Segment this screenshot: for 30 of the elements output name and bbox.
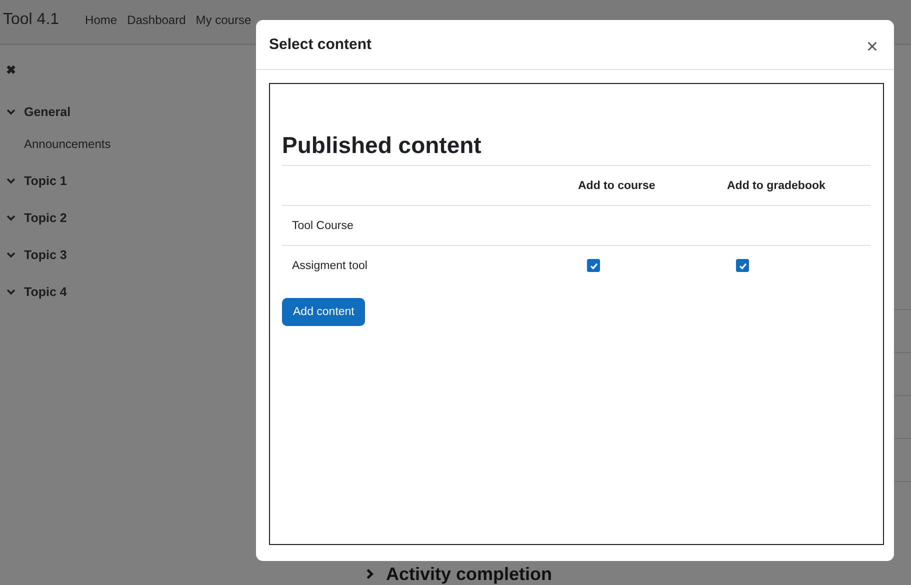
site-brand[interactable]: Tool 4.1 [3,11,60,29]
chevron-icon[interactable] [6,287,16,297]
page-heading: Published content [282,132,871,166]
chevron-icon[interactable] [6,213,16,223]
nav-link[interactable]: My course [196,13,252,27]
column-header: Add to course [578,180,656,192]
section-link[interactable]: Topic 1 [24,174,67,188]
section-link[interactable]: Topic 3 [24,248,67,262]
chevron-icon[interactable] [6,107,16,117]
nav-link[interactable]: Home [85,13,118,27]
column-header: Add to gradebook [727,180,826,192]
chevron-icon[interactable] [6,176,16,186]
checkbox[interactable] [587,259,600,272]
table-cell: Tool Course [292,220,354,232]
modal-title: Select content [269,36,372,53]
section-heading: Activity completion [386,564,552,584]
add-content-button[interactable]: Add content [282,298,366,326]
nav-link[interactable]: Dashboard [127,13,186,27]
section-link[interactable]: General [24,105,71,119]
chevron-icon[interactable] [6,250,16,260]
table-cell: Assigment tool [292,260,368,272]
activity-link[interactable]: Announcements [24,137,111,151]
check-icon [588,260,598,270]
chevron-icon[interactable] [364,568,376,580]
close-button[interactable]: × [864,36,880,56]
check-icon [738,260,748,270]
close-icon[interactable]: ✖ [6,63,16,77]
section-link[interactable]: Topic 2 [24,211,67,225]
section-link[interactable]: Topic 4 [24,285,67,299]
checkbox[interactable] [736,259,749,272]
